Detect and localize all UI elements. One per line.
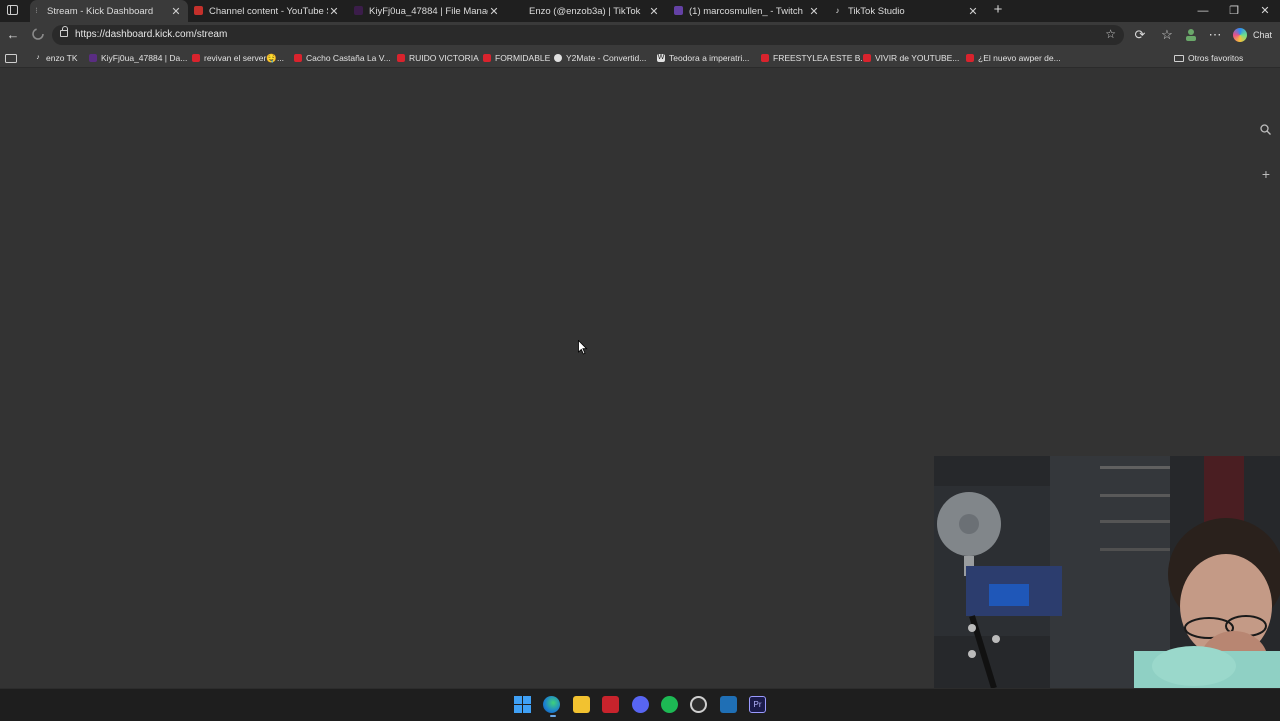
- youtube-icon: [397, 54, 405, 62]
- tab-strip: ⁝ Stream - Kick Dashboard ✕ Channel cont…: [0, 0, 1280, 22]
- copilot-icon[interactable]: [1233, 28, 1247, 42]
- obs-icon[interactable]: [690, 696, 707, 713]
- windows-start-icon[interactable]: [514, 696, 531, 713]
- tab-file-manager[interactable]: KiyFj0ua_47884 | File Manager ✕: [352, 0, 506, 22]
- mouse-cursor-icon: [578, 339, 588, 358]
- close-icon[interactable]: ✕: [967, 5, 979, 18]
- tab-actions-icon[interactable]: [7, 5, 18, 15]
- youtube-icon: [966, 54, 974, 62]
- tiktok-icon: ♪: [36, 54, 40, 61]
- bookmark-item[interactable]: ♪ enzo TK: [34, 52, 78, 64]
- bookmark-label: revivan el server🤤...: [204, 52, 285, 63]
- close-window-button[interactable]: ✕: [1250, 0, 1280, 22]
- file-explorer-icon[interactable]: [573, 696, 590, 713]
- bookmark-label: Teodora a imperatri...: [669, 53, 750, 63]
- close-icon[interactable]: ✕: [808, 5, 820, 18]
- active-app-indicator: [550, 715, 556, 717]
- bookmark-item[interactable]: FORMIDABLE: [483, 52, 550, 64]
- bookmark-label: Otros favoritos: [1188, 53, 1244, 63]
- folder-icon: [1174, 54, 1184, 62]
- bookmark-label: RUIDO VICTORIA: [409, 53, 479, 63]
- webcam-feed-image: [934, 456, 1280, 688]
- bookmark-label: Cacho Castaña La V...: [306, 53, 391, 63]
- bookmark-item[interactable]: revivan el server🤤...: [192, 52, 284, 64]
- address-bar[interactable]: https://dashboard.kick.com/stream ☆: [52, 25, 1124, 45]
- reading-list-icon[interactable]: [5, 52, 17, 64]
- tab-twitch[interactable]: (1) marcosmullen_ - Twitch ✕: [672, 0, 826, 22]
- bookmark-label: Y2Mate - Convertid...: [566, 53, 647, 63]
- bookmark-label: ¿El nuevo awper de...: [978, 53, 1061, 63]
- file-manager-icon: [89, 54, 97, 62]
- windows-taskbar: Pr: [0, 688, 1280, 721]
- browser-toolbar: ← https://dashboard.kick.com/stream ☆ ⟳ …: [0, 22, 1280, 49]
- tab-tiktok-profile[interactable]: Enzo (@enzob3a) | TikTok ✕: [512, 0, 666, 22]
- lock-icon: [60, 26, 68, 37]
- close-icon[interactable]: ✕: [488, 5, 500, 18]
- tab-title: Stream - Kick Dashboard: [47, 5, 154, 17]
- app-red-icon[interactable]: [602, 696, 619, 713]
- loading-icon: [30, 27, 46, 43]
- bookmarks-bar: ♪ enzo TK KiyFj0ua_47884 | Da... revivan…: [0, 49, 1280, 68]
- youtube-icon: [192, 54, 200, 62]
- twitch-icon: [674, 6, 683, 15]
- app-blue-icon[interactable]: [720, 696, 737, 713]
- bookmark-item[interactable]: W Teodora a imperatri...: [657, 52, 749, 64]
- other-favorites-folder[interactable]: Otros favoritos: [1174, 52, 1243, 64]
- wiki-icon: W: [657, 54, 665, 62]
- tab-title: Enzo (@enzob3a) | TikTok: [529, 5, 641, 17]
- bookmark-label: enzo TK: [46, 53, 78, 63]
- tab-kick-dashboard[interactable]: ⁝ Stream - Kick Dashboard ✕: [30, 0, 188, 22]
- bookmark-item[interactable]: Cacho Castaña La V...: [294, 52, 391, 64]
- close-icon[interactable]: ✕: [328, 5, 340, 18]
- bookmark-label: VIVIR de YOUTUBE...: [875, 53, 960, 63]
- bookmark-item[interactable]: Y2Mate - Convertid...: [554, 52, 646, 64]
- bookmark-label: FREESTYLEA ESTE B...: [773, 53, 868, 63]
- extensions-icon[interactable]: ⟳: [1132, 27, 1148, 43]
- bookmark-item[interactable]: VIVIR de YOUTUBE...: [863, 52, 959, 64]
- sidebar-search-icon[interactable]: [1260, 124, 1271, 138]
- youtube-icon: [194, 6, 203, 15]
- y2mate-icon: [554, 54, 562, 62]
- tab-title: (1) marcosmullen_ - Twitch: [689, 5, 803, 17]
- webcam-overlay: [934, 456, 1280, 688]
- file-manager-icon: [354, 6, 363, 15]
- minimize-button[interactable]: —: [1188, 0, 1218, 22]
- back-button[interactable]: ←: [5, 27, 21, 43]
- sidebar-add-icon[interactable]: +: [1262, 166, 1270, 182]
- bookmark-item[interactable]: RUIDO VICTORIA: [397, 52, 479, 64]
- bookmark-item[interactable]: KiyFj0ua_47884 | Da...: [89, 52, 187, 64]
- close-icon[interactable]: ✕: [648, 5, 660, 18]
- youtube-icon: [761, 54, 769, 62]
- youtube-icon: [863, 54, 871, 62]
- new-tab-button[interactable]: +: [991, 2, 1005, 18]
- youtube-icon: [483, 54, 491, 62]
- favorites-icon[interactable]: ☆: [1159, 27, 1175, 43]
- close-icon[interactable]: ✕: [170, 5, 182, 18]
- restore-button[interactable]: ❐: [1219, 0, 1249, 22]
- youtube-icon: [294, 54, 302, 62]
- tab-title: TikTok Studio: [848, 5, 905, 17]
- profile-icon[interactable]: [1183, 27, 1199, 43]
- tab-youtube-studio[interactable]: Channel content - YouTube Studio ✕: [192, 0, 346, 22]
- more-options-icon[interactable]: ⋯: [1207, 27, 1223, 43]
- bookmark-label: KiyFj0ua_47884 | Da...: [101, 53, 188, 63]
- tab-tiktok-studio[interactable]: ♪ TikTok Studio ✕: [831, 0, 985, 22]
- kick-icon: ⁝: [35, 6, 38, 15]
- favorite-star-icon[interactable]: ☆: [1105, 27, 1116, 41]
- url-text: https://dashboard.kick.com/stream: [75, 29, 228, 40]
- premiere-icon[interactable]: Pr: [749, 696, 766, 713]
- discord-icon[interactable]: [632, 696, 649, 713]
- spotify-icon[interactable]: [661, 696, 678, 713]
- tab-title: KiyFj0ua_47884 | File Manager: [369, 5, 488, 17]
- bookmark-item[interactable]: FREESTYLEA ESTE B...: [761, 52, 867, 64]
- tiktok-icon: [514, 6, 523, 15]
- chat-button[interactable]: Chat: [1253, 30, 1272, 40]
- edge-icon[interactable]: [543, 696, 560, 713]
- tiktok-icon: ♪: [835, 6, 840, 15]
- tab-title: Channel content - YouTube Studio: [209, 5, 328, 17]
- bookmark-label: FORMIDABLE: [495, 53, 551, 63]
- bookmark-item[interactable]: ¿El nuevo awper de...: [966, 52, 1061, 64]
